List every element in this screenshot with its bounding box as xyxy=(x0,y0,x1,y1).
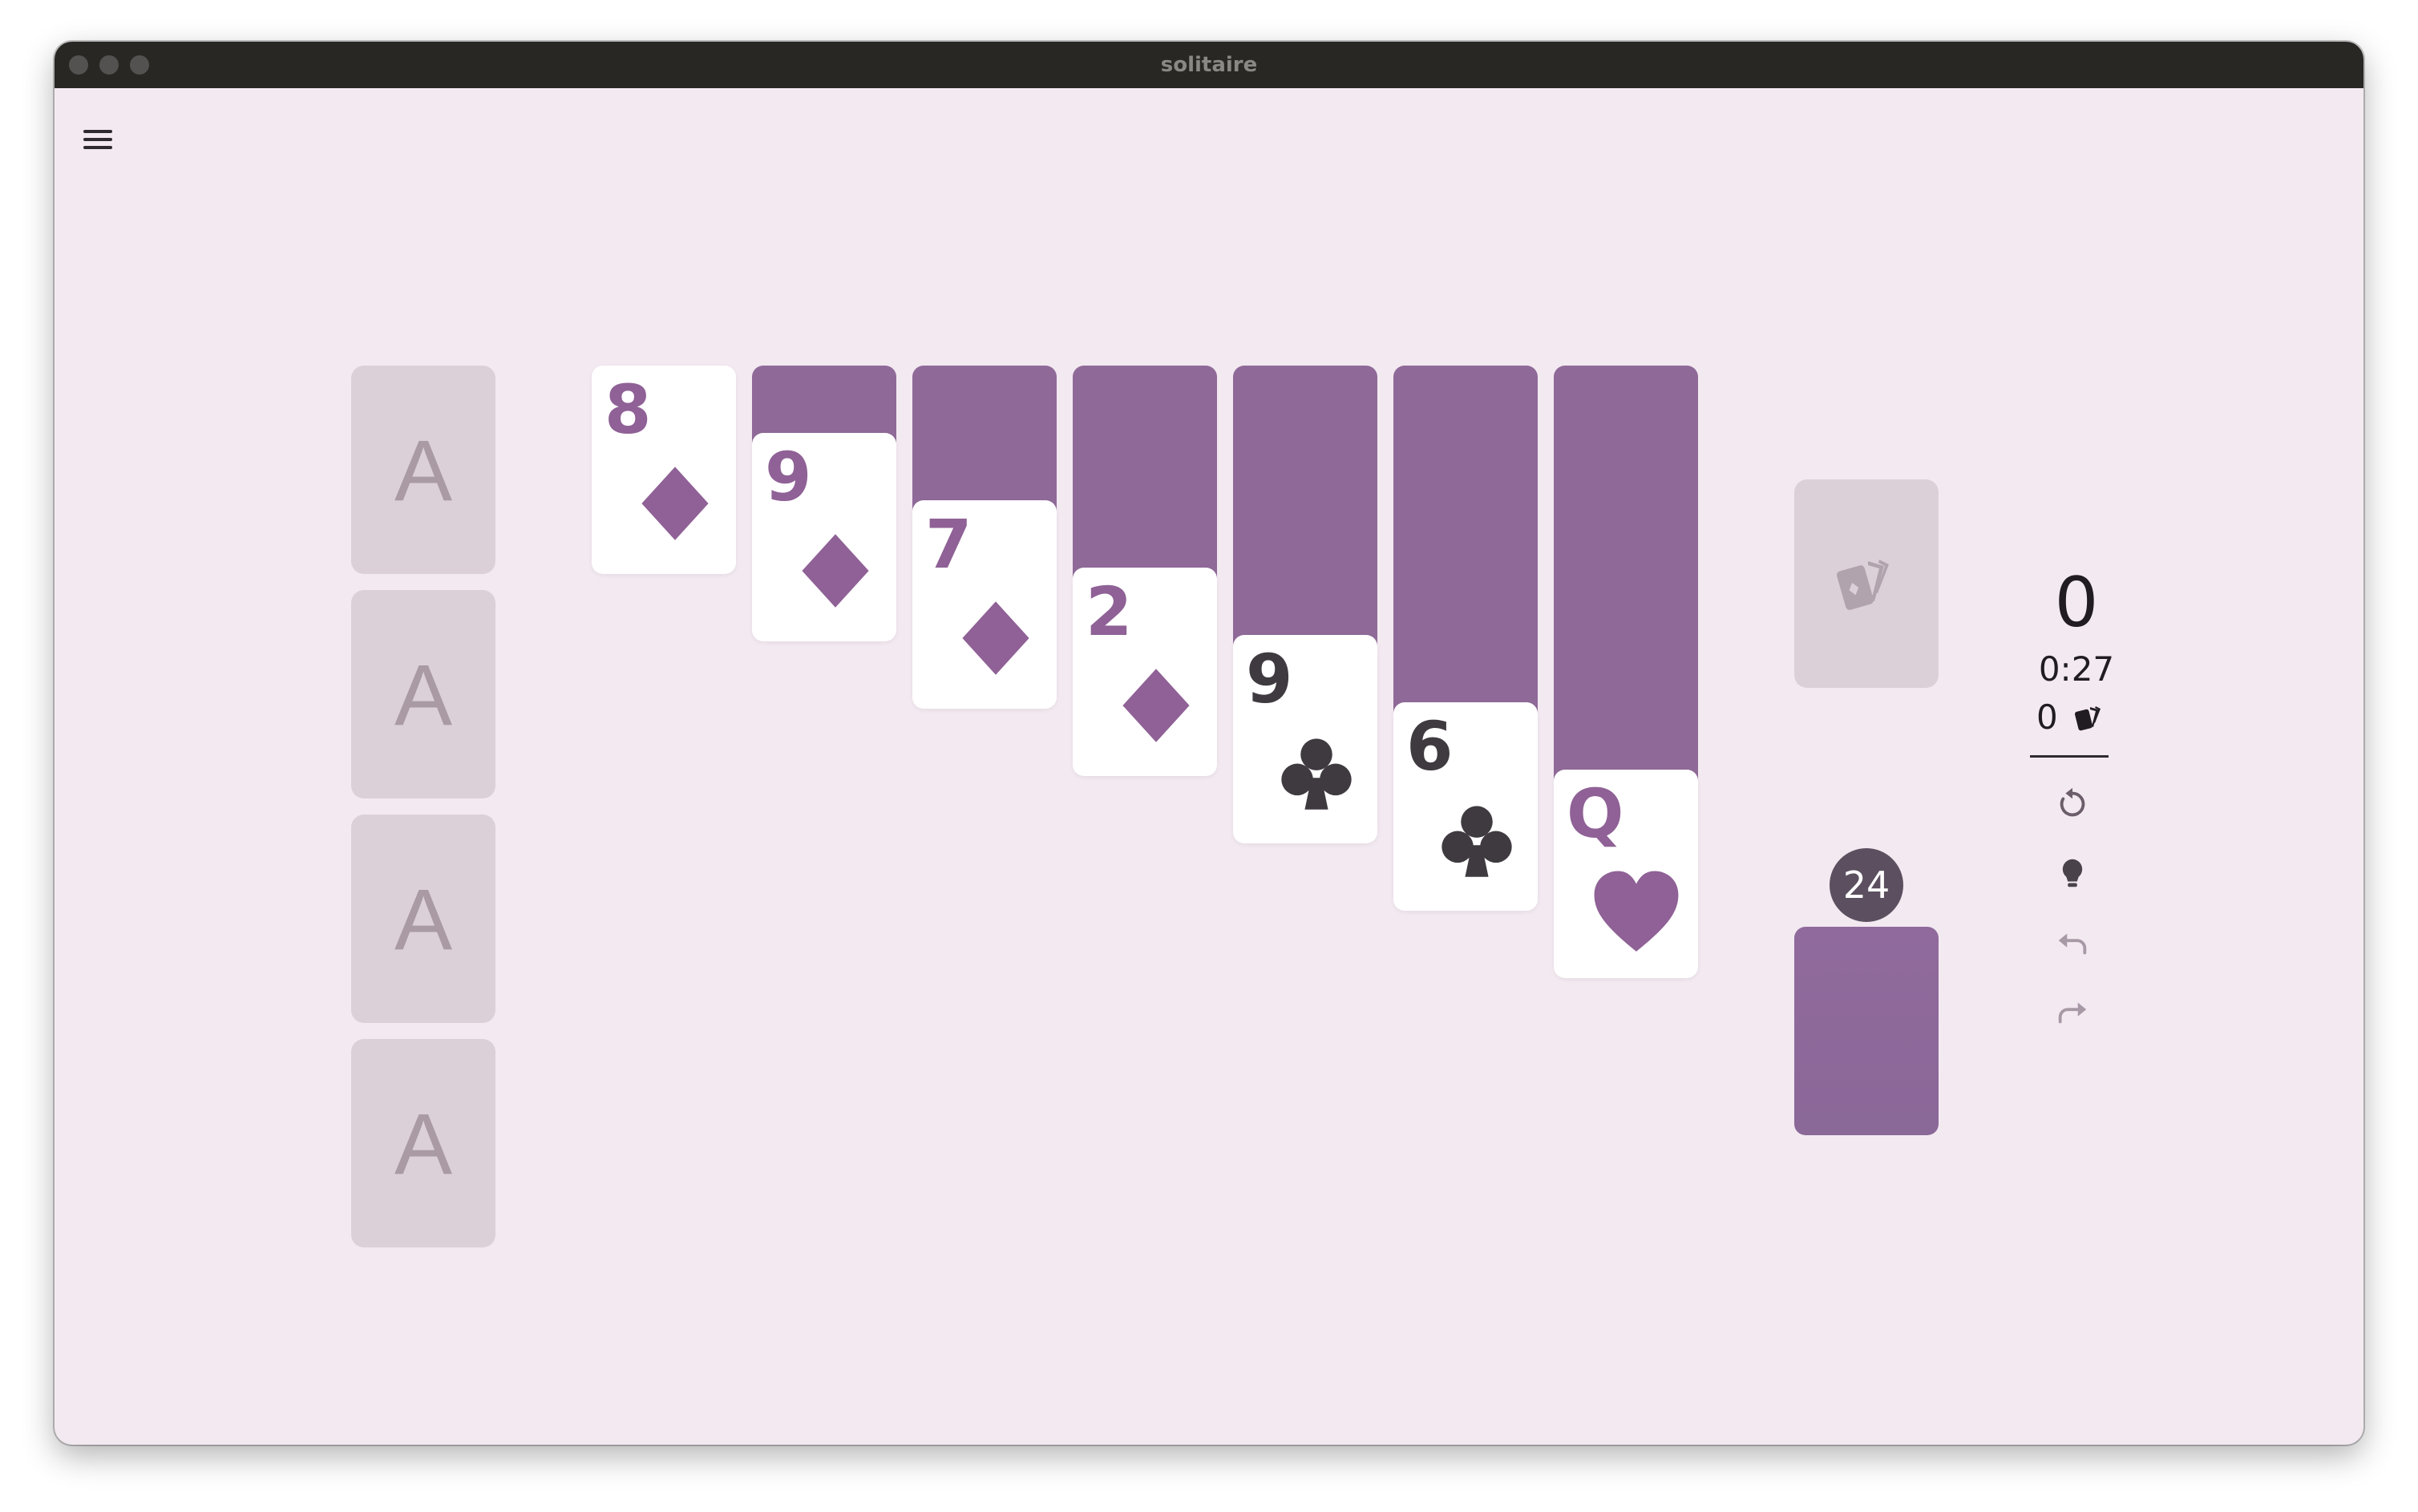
score-value: 0 xyxy=(2054,563,2099,643)
card-rank: 9 xyxy=(1246,640,1292,718)
redo-button[interactable] xyxy=(2054,994,2091,1031)
window-title: solitaire xyxy=(1160,53,1258,77)
restart-icon xyxy=(2060,787,2085,817)
diamonds-suit-icon xyxy=(633,462,717,545)
playing-card[interactable]: 7 xyxy=(912,500,1057,709)
card-rank: 8 xyxy=(604,370,651,449)
playing-card[interactable]: 8 xyxy=(592,366,736,574)
card-rank: Q xyxy=(1567,774,1623,853)
foundation-slot[interactable]: A xyxy=(351,1039,495,1247)
playing-card[interactable]: Q xyxy=(1554,770,1698,978)
stock-pile[interactable] xyxy=(1794,927,1939,1135)
cards-icon xyxy=(2075,706,2101,731)
hearts-suit-icon xyxy=(1591,867,1682,959)
undo-icon xyxy=(2058,933,2087,955)
playing-card[interactable]: 2 xyxy=(1073,568,1217,776)
diamonds-suit-icon xyxy=(794,529,877,612)
diamonds-suit-icon xyxy=(954,596,1037,680)
foundation-slot[interactable]: A xyxy=(351,366,495,574)
foundation-slot[interactable]: A xyxy=(351,815,495,1023)
title-bar: solitaire xyxy=(55,42,2363,88)
timer-value: 0:27 xyxy=(2038,649,2115,689)
foundation-slot[interactable]: A xyxy=(351,590,495,798)
card-rank: 6 xyxy=(1406,707,1453,786)
undo-button[interactable] xyxy=(2054,925,2091,962)
redo-icon xyxy=(2058,1002,2087,1024)
foundation-label: A xyxy=(394,870,453,968)
playing-card[interactable]: 9 xyxy=(752,433,896,641)
card-rank: 7 xyxy=(925,505,972,584)
lightbulb-icon xyxy=(2062,859,2083,887)
playing-card[interactable]: 9 xyxy=(1233,635,1377,843)
foundation-label: A xyxy=(394,645,453,743)
clubs-suit-icon xyxy=(1435,798,1518,882)
hamburger-menu-icon[interactable] xyxy=(82,125,115,154)
card-rank: 9 xyxy=(765,438,811,516)
stock-count-badge: 24 xyxy=(1830,848,1903,922)
hint-button[interactable] xyxy=(2054,855,2091,891)
game-board: A A A A 8 9 7 2 9 6 Q 24 0 0:27 0 xyxy=(55,88,2363,1445)
diamonds-suit-icon xyxy=(1114,664,1198,747)
foundation-label: A xyxy=(394,421,453,519)
playing-card[interactable]: 6 xyxy=(1393,702,1538,911)
moves-value: 0 xyxy=(2036,697,2058,737)
card-rank: 2 xyxy=(1086,572,1132,651)
app-window: solitaire A A A A 8 9 7 2 9 6 Q 24 0 0:27 0 xyxy=(55,42,2363,1445)
restart-button[interactable] xyxy=(2054,786,2091,823)
stats-divider xyxy=(2030,755,2109,758)
waste-pile[interactable] xyxy=(1794,479,1939,688)
clubs-suit-icon xyxy=(1275,731,1358,815)
cards-icon xyxy=(1836,560,1889,610)
foundation-label: A xyxy=(394,1094,453,1192)
